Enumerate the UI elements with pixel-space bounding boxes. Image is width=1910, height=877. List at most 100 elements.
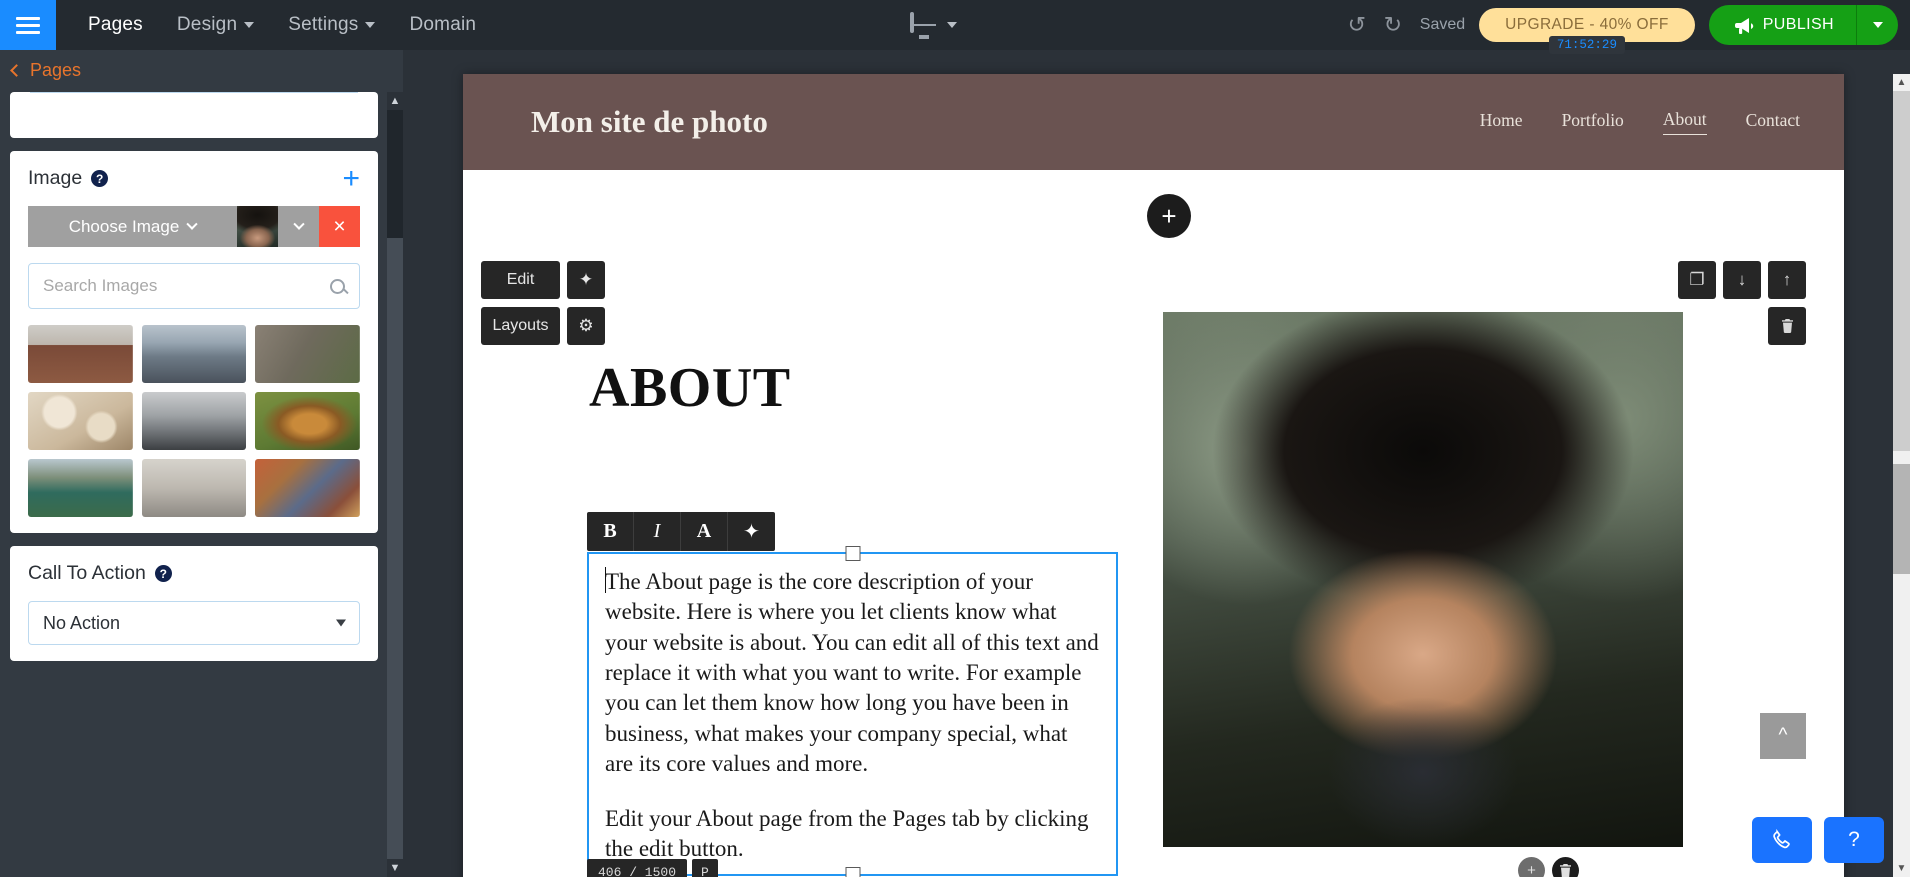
site-nav-item-about[interactable]: About bbox=[1662, 109, 1707, 135]
site-header: Mon site de photo Home Portfolio About C… bbox=[463, 74, 1844, 170]
move-up-icon[interactable]: ↑ bbox=[1768, 261, 1806, 299]
list-item[interactable] bbox=[28, 325, 133, 383]
sidebar-scrollbar[interactable]: ▲ ▼ bbox=[387, 92, 403, 877]
chevron-left-icon bbox=[10, 64, 23, 77]
sidebar-scrollbar-thumb[interactable] bbox=[387, 110, 403, 238]
chevron-down-icon bbox=[947, 22, 957, 28]
publish-label: PUBLISH bbox=[1762, 16, 1834, 33]
site-nav-item-portfolio[interactable]: Portfolio bbox=[1562, 110, 1624, 135]
cta-select[interactable]: No Action bbox=[28, 601, 360, 645]
magic-wand-icon[interactable]: ✦ bbox=[567, 261, 605, 299]
add-block-button[interactable]: + bbox=[1518, 857, 1545, 877]
scroll-to-top-button[interactable]: ^ bbox=[1760, 713, 1806, 759]
help-button[interactable]: ? bbox=[1824, 817, 1884, 863]
back-to-pages-label: Pages bbox=[30, 60, 82, 80]
selected-image-thumbnail[interactable] bbox=[237, 206, 278, 247]
publish-button-group: PUBLISH bbox=[1708, 5, 1898, 45]
device-preview-selector[interactable] bbox=[910, 12, 957, 39]
undo-arrow-icon[interactable]: ↺ bbox=[1344, 14, 1370, 36]
phone-icon bbox=[1773, 829, 1790, 849]
desktop-monitor-icon bbox=[910, 12, 938, 39]
canvas-scrollbar[interactable]: ▲ ▼ bbox=[1893, 74, 1910, 877]
sidebar-content: Image ? + Choose Image × Search Images C… bbox=[0, 92, 388, 877]
trash-icon[interactable] bbox=[1552, 857, 1579, 877]
nav-item-domain[interactable]: Domain bbox=[409, 14, 476, 36]
partial-input-field[interactable] bbox=[30, 92, 358, 94]
nav-item-design[interactable]: Design bbox=[176, 14, 255, 36]
call-to-action-panel: Call To Action ? No Action bbox=[10, 546, 378, 661]
list-item[interactable] bbox=[141, 325, 247, 383]
list-item[interactable] bbox=[141, 459, 247, 517]
resize-handle-top[interactable] bbox=[845, 546, 860, 561]
italic-button[interactable]: I bbox=[634, 512, 681, 551]
site-nav-item-home[interactable]: Home bbox=[1480, 110, 1523, 135]
question-mark-icon[interactable]: ? bbox=[91, 170, 109, 187]
publish-button[interactable]: PUBLISH bbox=[1709, 5, 1856, 45]
text-block-actions: + bbox=[1518, 857, 1579, 877]
chevron-down-icon bbox=[1872, 22, 1883, 28]
nav-item-pages-label: Pages bbox=[88, 14, 143, 35]
add-section-button[interactable]: + bbox=[1147, 194, 1191, 238]
canvas-scrollbar-thumb-secondary[interactable] bbox=[1893, 464, 1910, 574]
trash-glyph bbox=[1781, 319, 1793, 333]
canvas-scrollbar-thumb[interactable] bbox=[1893, 91, 1910, 451]
remove-image-button[interactable]: × bbox=[319, 206, 360, 247]
search-images-field[interactable] bbox=[28, 263, 360, 309]
list-item[interactable] bbox=[255, 459, 360, 517]
layouts-button[interactable]: Layouts bbox=[481, 307, 560, 345]
scroll-down-arrow-icon[interactable]: ▼ bbox=[1893, 860, 1910, 877]
duplicate-icon[interactable]: ❐ bbox=[1678, 261, 1716, 299]
list-item[interactable] bbox=[141, 392, 247, 450]
bold-button[interactable]: B bbox=[587, 512, 634, 551]
image-options-dropdown[interactable] bbox=[278, 206, 319, 247]
block-tools-right: ❐ ↓ ↑ bbox=[1678, 261, 1806, 353]
scroll-up-arrow-icon[interactable]: ▲ bbox=[1893, 74, 1910, 91]
font-color-button[interactable]: A bbox=[681, 512, 728, 551]
scroll-up-arrow-icon[interactable]: ▲ bbox=[387, 92, 403, 110]
redo-arrow-icon[interactable]: ↻ bbox=[1380, 14, 1406, 36]
text-block-status: 406 / 1500 P bbox=[587, 859, 718, 877]
left-sidebar: Pages Image ? + Choose Image × Search Im… bbox=[0, 50, 403, 877]
cta-panel-header: Call To Action ? bbox=[28, 562, 360, 585]
resize-handle-bottom[interactable] bbox=[845, 867, 860, 877]
edit-button[interactable]: Edit bbox=[481, 261, 560, 299]
choose-image-button[interactable]: Choose Image bbox=[28, 206, 237, 247]
add-image-button[interactable]: + bbox=[342, 164, 360, 194]
image-panel-title: Image bbox=[28, 167, 83, 189]
magic-wand-icon[interactable]: ✦ bbox=[728, 512, 775, 551]
chevron-down-icon bbox=[186, 218, 198, 230]
cta-select-wrapper: No Action bbox=[28, 601, 360, 645]
back-to-pages-link[interactable]: Pages bbox=[0, 50, 403, 89]
trash-icon[interactable] bbox=[1768, 307, 1806, 345]
page-title[interactable]: ABOUT bbox=[589, 356, 791, 420]
hamburger-icon[interactable] bbox=[0, 0, 56, 50]
search-images-input[interactable] bbox=[43, 276, 330, 296]
nav-item-settings[interactable]: Settings bbox=[288, 14, 376, 36]
chevron-down-icon bbox=[292, 218, 305, 230]
move-down-icon[interactable]: ↓ bbox=[1723, 261, 1761, 299]
element-tag-badge[interactable]: P bbox=[692, 859, 718, 877]
nav-item-pages[interactable]: Pages bbox=[88, 14, 143, 36]
chevron-down-icon bbox=[365, 22, 376, 28]
nav-item-design-label: Design bbox=[176, 14, 238, 35]
text-format-toolbar: B I A ✦ bbox=[587, 512, 775, 551]
publish-dropdown-button[interactable] bbox=[1856, 5, 1898, 45]
upgrade-label: UPGRADE - 40% OFF bbox=[1505, 16, 1669, 33]
text-content-block[interactable]: The About page is the core description o… bbox=[587, 546, 1118, 877]
portrait-photo[interactable] bbox=[1163, 312, 1683, 847]
scroll-down-arrow-icon[interactable]: ▼ bbox=[387, 859, 403, 877]
character-counter: 406 / 1500 bbox=[587, 859, 688, 877]
list-item[interactable] bbox=[28, 392, 133, 450]
phone-button[interactable] bbox=[1752, 817, 1812, 863]
italic-label: I bbox=[653, 520, 661, 542]
list-item[interactable] bbox=[255, 392, 360, 450]
site-nav-item-contact[interactable]: Contact bbox=[1746, 110, 1800, 135]
cta-panel-title: Call To Action bbox=[28, 562, 146, 584]
list-item[interactable] bbox=[28, 459, 133, 517]
question-mark-icon[interactable]: ? bbox=[154, 565, 172, 582]
nav-item-settings-label: Settings bbox=[288, 14, 359, 35]
list-item[interactable] bbox=[255, 325, 360, 383]
gear-icon[interactable]: ⚙ bbox=[567, 307, 605, 345]
upgrade-promo: UPGRADE - 40% OFF 71:52:29 bbox=[1479, 8, 1695, 54]
floating-support-buttons: ? bbox=[1752, 817, 1884, 863]
